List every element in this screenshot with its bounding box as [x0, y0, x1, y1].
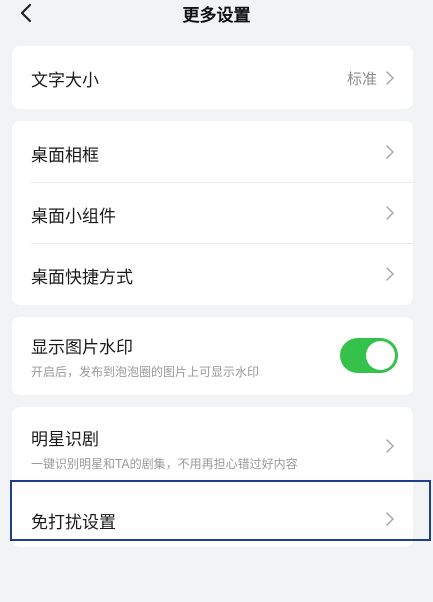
extra-settings-card: 明星识剧 一键识别明星和TA的剧集，不用再担心错过好内容 免打扰设置	[12, 407, 413, 547]
desktop-widget-label: 桌面小组件	[31, 207, 116, 227]
font-size-card: 文字大小 标准	[12, 46, 413, 109]
star-recognition-description: 一键识别明星和TA的剧集，不用再担心错过好内容	[31, 457, 298, 471]
top-bar: 更多设置	[0, 0, 433, 28]
desktop-frame-label: 桌面相框	[31, 146, 99, 166]
chevron-right-icon	[386, 512, 394, 526]
watermark-description: 开启后，发布到泡泡圈的图片上可显示水印	[31, 365, 260, 379]
chevron-right-icon	[386, 267, 394, 281]
chevron-right-icon	[386, 439, 394, 453]
star-recognition-label: 明星识剧	[31, 430, 99, 450]
desktop-shortcut-row[interactable]: 桌面快捷方式	[12, 244, 413, 305]
desktop-card: 桌面相框 桌面小组件 桌面快捷方式	[12, 121, 413, 305]
desktop-frame-row[interactable]: 桌面相框	[12, 121, 413, 182]
watermark-card: 显示图片水印 开启后，发布到泡泡圈的图片上可显示水印	[12, 317, 413, 395]
font-size-value: 标准	[346, 70, 377, 88]
watermark-toggle[interactable]	[340, 338, 398, 373]
desktop-shortcut-label: 桌面快捷方式	[31, 268, 133, 288]
font-size-row[interactable]: 文字大小 标准	[12, 46, 413, 109]
toggle-knob	[366, 341, 395, 370]
desktop-widget-row[interactable]: 桌面小组件	[12, 183, 413, 243]
chevron-right-icon	[386, 206, 394, 220]
dnd-settings-label: 免打扰设置	[31, 513, 116, 533]
chevron-right-icon	[386, 71, 394, 85]
star-recognition-row[interactable]: 明星识剧 一键识别明星和TA的剧集，不用再担心错过好内容	[12, 407, 413, 481]
page-title: 更多设置	[182, 6, 251, 26]
watermark-row: 显示图片水印 开启后，发布到泡泡圈的图片上可显示水印	[12, 317, 413, 395]
chevron-right-icon	[386, 145, 394, 159]
font-size-label: 文字大小	[31, 71, 99, 91]
watermark-label: 显示图片水印	[31, 338, 133, 358]
dnd-settings-row[interactable]: 免打扰设置	[12, 482, 413, 547]
